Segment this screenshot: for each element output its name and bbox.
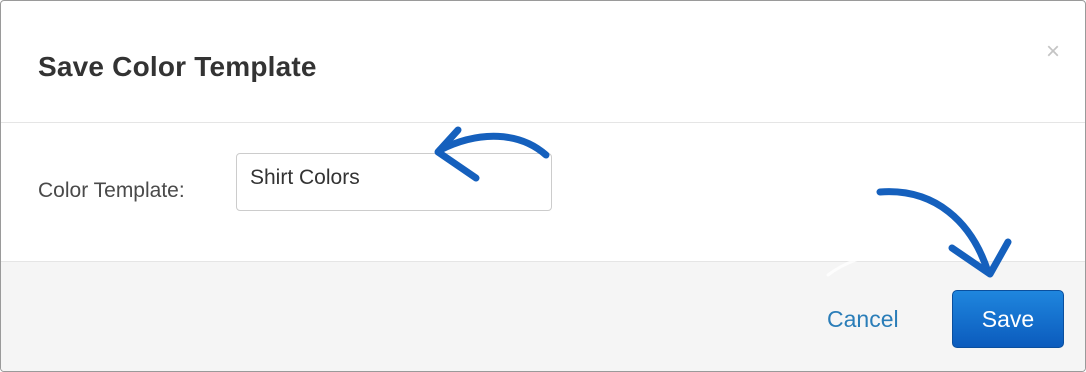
save-color-template-dialog: Save Color Template × Color Template: Ca… xyxy=(0,0,1086,372)
dialog-header: Save Color Template × xyxy=(1,1,1085,123)
color-template-input[interactable] xyxy=(236,153,552,211)
dialog-footer: Cancel Save xyxy=(1,261,1085,371)
dialog-body: Color Template: xyxy=(1,123,1085,261)
close-icon[interactable]: × xyxy=(1040,37,1066,67)
cancel-button[interactable]: Cancel xyxy=(827,306,899,333)
dialog-title: Save Color Template xyxy=(38,51,317,82)
save-button[interactable]: Save xyxy=(952,290,1064,348)
color-template-label: Color Template: xyxy=(38,179,185,202)
